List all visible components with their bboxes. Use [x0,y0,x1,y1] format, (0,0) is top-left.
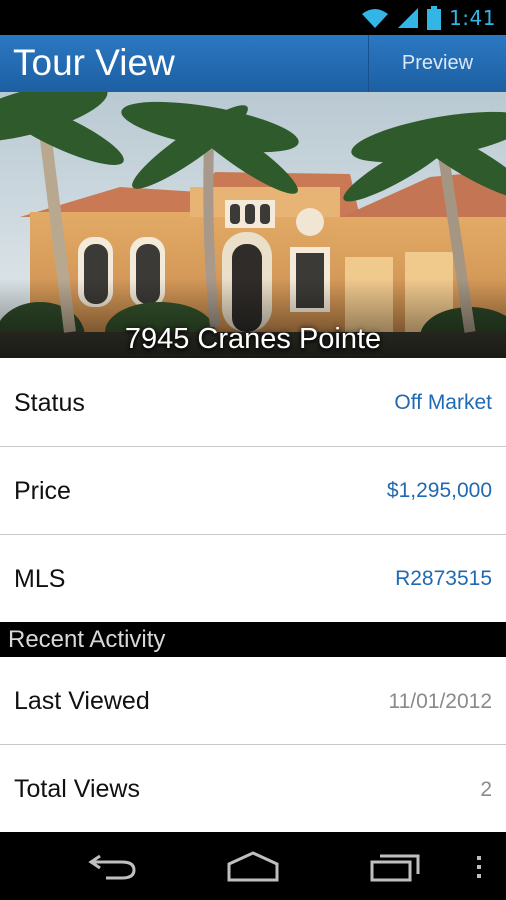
preview-button[interactable]: Preview [368,35,506,92]
total-views-label: Total Views [14,775,140,803]
price-value: $1,295,000 [386,479,492,502]
section-title: Recent Activity [8,626,166,653]
status-row: Status Off Market [0,359,506,447]
home-icon[interactable] [226,850,280,882]
house-photo [0,92,506,358]
status-icons: 1:41 [361,6,496,30]
signal-icon [398,8,419,28]
status-bar: 1:41 [0,0,506,35]
overflow-menu-icon[interactable] [474,854,484,880]
status-label: Status [14,389,85,417]
last-viewed-value: 11/01/2012 [388,690,492,713]
navigation-bar [0,832,506,900]
battery-icon [427,6,442,30]
action-bar: Tour View Preview [0,35,506,93]
mls-row: MLS R2873515 [0,535,506,621]
status-value: Off Market [394,391,492,414]
recent-apps-icon[interactable] [370,850,422,882]
total-views-row: Total Views 2 [0,745,506,832]
mls-value: R2873515 [395,567,492,590]
price-row: Price $1,295,000 [0,447,506,535]
price-label: Price [14,477,71,505]
back-icon[interactable] [88,850,138,882]
property-photo: 7945 Cranes Pointe [0,92,506,358]
total-views-value: 2 [480,778,492,801]
app-title: Tour View [13,42,175,83]
last-viewed-row: Last Viewed 11/01/2012 [0,657,506,745]
mls-label: MLS [14,565,66,593]
wifi-icon [362,9,389,28]
property-address: 7945 Cranes Pointe [124,323,382,355]
clock: 1:41 [449,6,496,30]
last-viewed-label: Last Viewed [14,687,150,715]
recent-activity-header: Recent Activity [0,622,506,657]
